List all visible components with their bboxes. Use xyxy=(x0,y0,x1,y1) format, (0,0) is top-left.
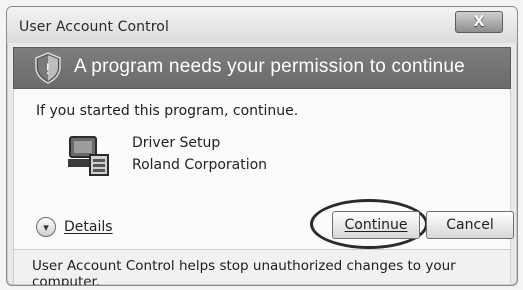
banner-text: A program needs your permission to conti… xyxy=(74,56,465,77)
svg-text:!: ! xyxy=(45,62,51,78)
chevron-down-icon: ▾ xyxy=(36,217,56,237)
uac-dialog: User Account Control X ! A program needs… xyxy=(6,6,518,286)
window-title: User Account Control xyxy=(19,19,169,35)
cancel-button[interactable]: Cancel xyxy=(426,211,514,239)
footer-text: User Account Control helps stop unauthor… xyxy=(32,258,456,286)
content-area: If you started this program, continue. D… xyxy=(13,89,514,249)
footer: User Account Control helps stop unauthor… xyxy=(13,249,511,285)
permission-banner: ! A program needs your permission to con… xyxy=(13,47,511,89)
details-toggle[interactable]: ▾ Details xyxy=(36,217,113,237)
intro-text: If you started this program, continue. xyxy=(36,103,299,119)
close-icon: X xyxy=(473,14,485,30)
program-publisher: Roland Corporation xyxy=(132,157,268,173)
continue-label: Continue xyxy=(344,217,408,233)
cancel-label: Cancel xyxy=(446,217,494,233)
computer-setup-icon xyxy=(68,136,109,176)
shield-icon: ! xyxy=(35,52,61,84)
details-label: Details xyxy=(64,219,113,235)
close-button[interactable]: X xyxy=(455,11,503,33)
title-bar: User Account Control X xyxy=(7,7,517,43)
program-name: Driver Setup xyxy=(132,135,221,151)
continue-button[interactable]: Continue xyxy=(332,211,420,239)
